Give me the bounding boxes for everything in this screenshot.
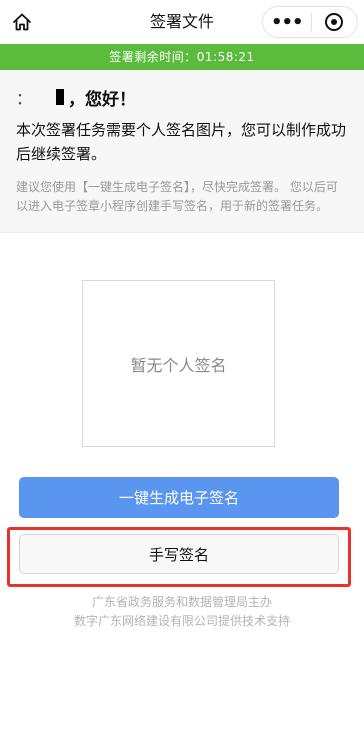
suggestion-text: 建议您使用【一键生成电子签名】，尽快完成签署。 您以后可以进入电子签章小程序创建… (16, 180, 338, 213)
nav-bar: 签署文件 ••• (0, 0, 364, 44)
home-icon (13, 13, 31, 31)
home-button[interactable] (9, 9, 35, 35)
more-dots-icon: ••• (270, 11, 304, 33)
footer-support-text: 数字广东网络建设有限公司提供技术支持 (73, 614, 290, 628)
instruction-text: 本次签署任务需要个人签名图片，您可以制作成功后继续签署。 (16, 121, 347, 163)
countdown-banner: 签署剩余时间：01:58:21 (0, 44, 364, 70)
menu-capsule: ••• (262, 6, 358, 38)
signature-preview: 暂无个人签名 (82, 280, 275, 447)
footer: 广东省政务服务和数据管理局主办 数字广东网络建设有限公司提供技术支持 (0, 593, 364, 631)
close-button[interactable] (311, 7, 357, 37)
name-redaction-block (56, 89, 64, 105)
footer-host-text: 广东省政务服务和数据管理局主办 (91, 595, 272, 609)
signature-empty-text: 暂无个人签名 (130, 355, 227, 375)
intro-section: ： ，您好！ 本次签署任务需要个人签名图片，您可以制作成功后继续签署。 建议您使… (0, 70, 364, 233)
handwrite-signature-button[interactable]: 手写签名 (19, 534, 339, 574)
page: 签署文件 ••• 签署剩余时间：01:58:21 ： ，您好！ 本次签署任务需要… (0, 0, 364, 738)
generate-signature-button[interactable]: 一键生成电子签名 (19, 477, 339, 518)
more-button[interactable]: ••• (263, 7, 311, 37)
greeting-row: ： ，您好！ (16, 84, 348, 110)
user-name-masked: ： (16, 89, 33, 108)
close-target-icon (325, 13, 344, 31)
greeting-text: ，您好！ (68, 89, 136, 110)
